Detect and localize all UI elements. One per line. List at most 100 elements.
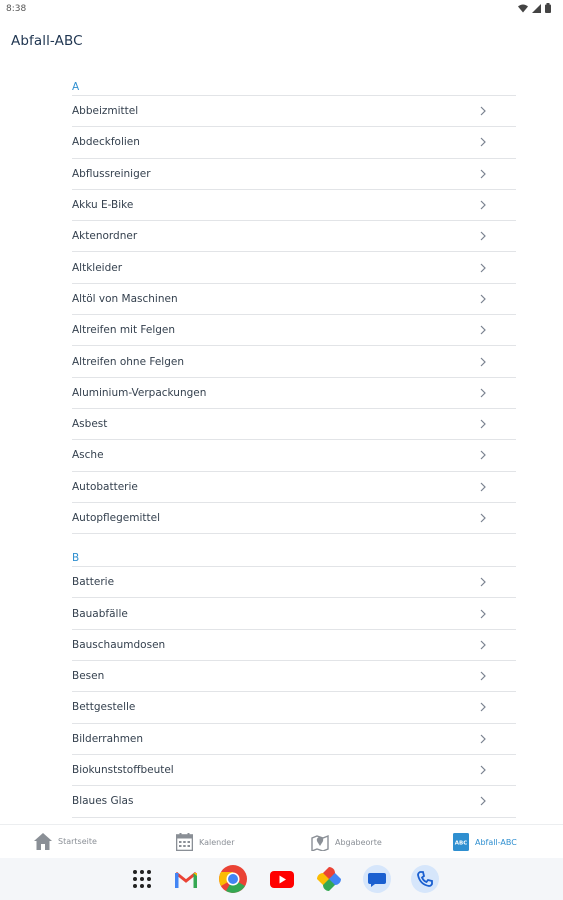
bottom-nav: Startseite Kalender Abgabeorte ABC Abfal…	[0, 824, 563, 860]
chevron-right-icon	[480, 450, 486, 460]
section-header: B	[72, 550, 516, 568]
list-item[interactable]: Asche	[72, 440, 516, 472]
chevron-right-icon	[480, 765, 486, 775]
chevron-right-icon	[480, 325, 486, 335]
home-icon	[34, 833, 52, 850]
nav-home-label: Startseite	[58, 837, 97, 846]
status-bar: 8:38	[0, 0, 563, 20]
wifi-icon	[518, 4, 528, 12]
status-icons	[518, 3, 551, 13]
list-item[interactable]: Biokunststoffbeutel	[72, 755, 516, 787]
chevron-right-icon	[480, 609, 486, 619]
list-item-label: Aktenordner	[72, 230, 138, 243]
chevron-right-icon	[480, 357, 486, 367]
list-item[interactable]: Besen	[72, 661, 516, 693]
list-item-label: Bilderrahmen	[72, 732, 144, 745]
section-rows: Abbeizmittel Abdeckfolien Abflussreiniger A…	[72, 96, 516, 535]
list-item[interactable]: Batterie	[72, 567, 516, 599]
chevron-right-icon	[480, 640, 486, 650]
chrome-icon[interactable]	[218, 864, 248, 894]
abc-list: A Abbeizmittel Abdeckfolien Abflussreinige…	[72, 78, 516, 818]
page-title: Abfall-ABC	[11, 33, 83, 49]
list-item-label: Blaues Glas	[72, 795, 134, 808]
chevron-right-icon	[480, 263, 486, 273]
chevron-right-icon	[480, 169, 486, 179]
calendar-icon	[176, 833, 193, 851]
nav-dropoff[interactable]: Abgabeorte	[311, 833, 382, 851]
list-item[interactable]: Bauschaumdosen	[72, 630, 516, 662]
list-item[interactable]: Altkleider	[72, 252, 516, 284]
list-item[interactable]: Altreifen ohne Felgen	[72, 346, 516, 378]
list-item-label: Altkleider	[72, 261, 123, 274]
gmail-icon[interactable]	[171, 864, 201, 894]
list-item-label: Akku E-Bike	[72, 199, 134, 212]
list-item[interactable]: Abflussreiniger	[72, 159, 516, 190]
chevron-right-icon	[480, 671, 486, 681]
section-rows: Batterie Bauabfälle Bauschaumdosen Besen Bet…	[72, 567, 516, 818]
list-item[interactable]: Abbeizmittel	[72, 96, 516, 128]
chevron-right-icon	[480, 796, 486, 806]
nav-dropoff-label: Abgabeorte	[335, 837, 382, 847]
list-item-label: Altreifen mit Felgen	[72, 324, 176, 337]
list-item-label: Abflussreiniger	[72, 167, 151, 180]
list-item[interactable]: Bilderrahmen	[72, 724, 516, 755]
chevron-right-icon	[480, 513, 486, 523]
list-item[interactable]: Aktenordner	[72, 221, 516, 253]
chevron-right-icon	[480, 231, 486, 241]
chevron-right-icon	[480, 200, 486, 210]
messages-icon[interactable]	[362, 864, 392, 894]
nav-abc[interactable]: ABC Abfall-ABC	[453, 833, 517, 851]
list-item[interactable]: Aluminium-Verpackungen	[72, 378, 516, 409]
list-item[interactable]: Autopflegemittel	[72, 503, 516, 535]
battery-icon	[545, 3, 551, 13]
signal-icon	[532, 3, 541, 13]
chevron-right-icon	[480, 577, 486, 587]
youtube-icon[interactable]	[267, 864, 297, 894]
nav-calendar-label: Kalender	[199, 837, 235, 847]
section-a: A Abbeizmittel Abdeckfolien Abflussreinige…	[72, 79, 516, 535]
nav-calendar[interactable]: Kalender	[176, 833, 235, 851]
map-pin-icon	[311, 834, 329, 851]
list-item[interactable]: Bettgestelle	[72, 692, 516, 724]
apps-grid-icon[interactable]	[127, 864, 157, 894]
list-item-label: Biokunststoffbeutel	[72, 764, 174, 777]
list-item-label: Besen	[72, 670, 105, 683]
svg-text:ABC: ABC	[455, 841, 468, 847]
photos-icon[interactable]	[314, 864, 344, 894]
android-dock	[0, 858, 563, 900]
list-item-label: Altöl von Maschinen	[72, 292, 178, 305]
nav-home[interactable]: Startseite	[34, 833, 97, 850]
list-item-label: Abbeizmittel	[72, 105, 139, 118]
chevron-right-icon	[480, 419, 486, 429]
list-item-label: Autopflegemittel	[72, 512, 160, 524]
list-item-label: Abdeckfolien	[72, 136, 140, 149]
list-item-label: Altreifen ohne Felgen	[72, 355, 184, 368]
phone-icon[interactable]	[410, 864, 440, 894]
list-item[interactable]: Bauabfälle	[72, 598, 516, 630]
list-item[interactable]: Akku E-Bike	[72, 190, 516, 222]
list-item[interactable]: Autobatterie	[72, 472, 516, 503]
abc-book-icon: ABC	[453, 833, 469, 851]
chevron-right-icon	[480, 294, 486, 304]
list-item-label: Bauabfälle	[72, 607, 128, 620]
list-item-label: Bettgestelle	[72, 701, 136, 714]
chevron-right-icon	[480, 482, 486, 492]
chevron-right-icon	[480, 106, 486, 116]
list-item-label: Asbest	[72, 418, 108, 431]
list-item[interactable]: Altreifen mit Felgen	[72, 315, 516, 347]
status-time: 8:38	[6, 4, 27, 14]
list-item-label: Batterie	[72, 576, 115, 589]
chevron-right-icon	[480, 137, 486, 147]
list-item[interactable]: Asbest	[72, 409, 516, 441]
chevron-right-icon	[480, 388, 486, 398]
list-item-label: Bauschaumdosen	[72, 638, 166, 651]
nav-abc-label: Abfall-ABC	[475, 837, 517, 847]
list-item-label: Autobatterie	[72, 480, 138, 493]
chevron-right-icon	[480, 702, 486, 712]
list-item[interactable]: Blaues Glas	[72, 786, 516, 818]
chevron-right-icon	[480, 734, 486, 744]
list-item[interactable]: Altöl von Maschinen	[72, 284, 516, 316]
section-header: A	[72, 79, 516, 96]
list-item[interactable]: Abdeckfolien	[72, 127, 516, 159]
section-b: B Batterie Bauabfälle Bauschaumdosen Besen B…	[72, 550, 516, 818]
